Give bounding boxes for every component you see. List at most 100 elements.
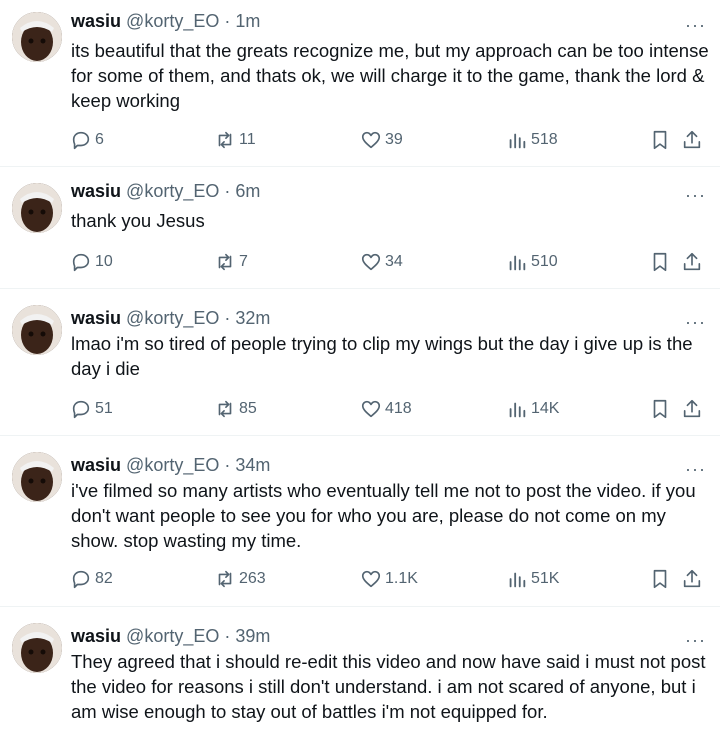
separator-dot: ·	[224, 626, 231, 646]
retweet-icon	[218, 570, 232, 588]
like-count: 1.1K	[385, 570, 418, 587]
tweet[interactable]: wasiu @korty_EO · 34m ··· i've filmed so…	[0, 436, 720, 607]
author-name[interactable]: wasiu	[71, 181, 121, 201]
tweet-header: wasiu @korty_EO · 32m	[71, 307, 270, 329]
author-name[interactable]: wasiu	[71, 308, 121, 328]
share-button[interactable]	[681, 396, 706, 422]
bookmark-button[interactable]	[649, 566, 674, 592]
author-handle[interactable]: @korty_EO	[126, 455, 219, 475]
like-button[interactable]: 34	[360, 249, 403, 275]
tweet-header: wasiu @korty_EO · 1m	[71, 10, 260, 32]
views-count: 51K	[531, 570, 560, 587]
reply-count: 10	[95, 253, 113, 270]
more-options-icon[interactable]: ···	[685, 16, 706, 34]
timeline-feed: wasiu @korty_EO · 1m ··· its beautiful t…	[0, 0, 720, 734]
reply-button[interactable]: 6	[70, 127, 104, 153]
tweet[interactable]: wasiu @korty_EO · 32m ··· lmao i'm so ti…	[0, 289, 720, 436]
action-bar: 51 85 418 14K	[70, 396, 710, 422]
like-icon	[361, 131, 381, 149]
more-options-icon[interactable]: ···	[685, 313, 706, 331]
avatar-image	[12, 452, 62, 502]
views-button[interactable]: 518	[506, 127, 558, 153]
bookmark-icon	[653, 130, 667, 150]
retweet-icon	[218, 131, 232, 149]
reply-count: 6	[95, 131, 104, 148]
author-handle[interactable]: @korty_EO	[126, 308, 219, 328]
more-options-icon[interactable]: ···	[685, 460, 706, 478]
timestamp[interactable]: 39m	[235, 626, 270, 646]
like-icon	[361, 253, 381, 271]
tweet[interactable]: wasiu @korty_EO · 6m ··· thank you Jesus…	[0, 167, 720, 289]
views-icon	[509, 133, 526, 149]
separator-dot: ·	[224, 308, 231, 328]
like-icon	[361, 400, 381, 418]
bookmark-icon	[653, 399, 667, 419]
tweet-header: wasiu @korty_EO · 34m	[71, 454, 270, 476]
action-bar: 10 7 34 510	[70, 249, 710, 275]
avatar[interactable]	[12, 12, 62, 62]
timestamp[interactable]: 1m	[235, 11, 260, 31]
author-handle[interactable]: @korty_EO	[126, 626, 219, 646]
like-icon	[361, 570, 381, 588]
tweet[interactable]: wasiu @korty_EO · 39m ··· They agreed th…	[0, 607, 720, 734]
bookmark-button[interactable]	[649, 127, 674, 153]
reply-count: 82	[95, 570, 113, 587]
like-button[interactable]: 418	[360, 396, 412, 422]
views-button[interactable]: 510	[506, 249, 558, 275]
retweet-count: 11	[239, 131, 256, 148]
reply-button[interactable]: 51	[70, 396, 113, 422]
reply-icon	[72, 131, 90, 150]
views-count: 510	[531, 253, 558, 270]
separator-dot: ·	[224, 181, 231, 201]
reply-button[interactable]: 82	[70, 566, 113, 592]
reply-icon	[72, 253, 90, 272]
timestamp[interactable]: 6m	[235, 181, 260, 201]
more-options-icon[interactable]: ···	[685, 186, 706, 204]
reply-icon	[72, 400, 90, 419]
share-button[interactable]	[681, 566, 706, 592]
retweet-button[interactable]: 85	[214, 396, 257, 422]
avatar-image	[12, 12, 62, 62]
author-name[interactable]: wasiu	[71, 626, 121, 646]
action-bar: 6 11 39 518	[70, 127, 710, 153]
retweet-count: 85	[239, 400, 257, 417]
avatar[interactable]	[12, 623, 62, 673]
tweet-text: lmao i'm so tired of people trying to cl…	[71, 333, 693, 379]
tweet-header: wasiu @korty_EO · 39m	[71, 625, 270, 647]
retweet-button[interactable]: 11	[214, 127, 256, 153]
bookmark-button[interactable]	[649, 249, 674, 275]
bookmark-button[interactable]	[649, 396, 674, 422]
views-button[interactable]: 14K	[506, 396, 559, 422]
bookmark-icon	[653, 569, 667, 589]
reply-icon	[72, 570, 90, 589]
author-handle[interactable]: @korty_EO	[126, 11, 219, 31]
retweet-button[interactable]: 7	[214, 249, 248, 275]
views-icon	[509, 402, 526, 418]
avatar-image	[12, 305, 62, 355]
views-button[interactable]: 51K	[506, 566, 559, 592]
author-name[interactable]: wasiu	[71, 11, 121, 31]
tweet-text: They agreed that i should re-edit this v…	[71, 651, 706, 722]
views-icon	[509, 572, 526, 588]
share-icon	[683, 569, 701, 588]
tweet[interactable]: wasiu @korty_EO · 1m ··· its beautiful t…	[0, 0, 720, 167]
retweet-button[interactable]: 263	[214, 566, 266, 592]
author-name[interactable]: wasiu	[71, 455, 121, 475]
like-button[interactable]: 39	[360, 127, 403, 153]
like-button[interactable]: 1.1K	[360, 566, 418, 592]
more-options-icon[interactable]: ···	[685, 631, 706, 649]
separator-dot: ·	[224, 455, 231, 475]
author-handle[interactable]: @korty_EO	[126, 181, 219, 201]
timestamp[interactable]: 34m	[235, 455, 270, 475]
like-count: 39	[385, 131, 403, 148]
timestamp[interactable]: 32m	[235, 308, 270, 328]
avatar-image	[12, 623, 62, 673]
share-button[interactable]	[681, 127, 706, 153]
share-button[interactable]	[681, 249, 706, 275]
avatar[interactable]	[12, 183, 62, 233]
tweet-text: i've filmed so many artists who eventual…	[71, 480, 696, 551]
avatar[interactable]	[12, 305, 62, 355]
avatar[interactable]	[12, 452, 62, 502]
like-count: 34	[385, 253, 403, 270]
reply-button[interactable]: 10	[70, 249, 113, 275]
